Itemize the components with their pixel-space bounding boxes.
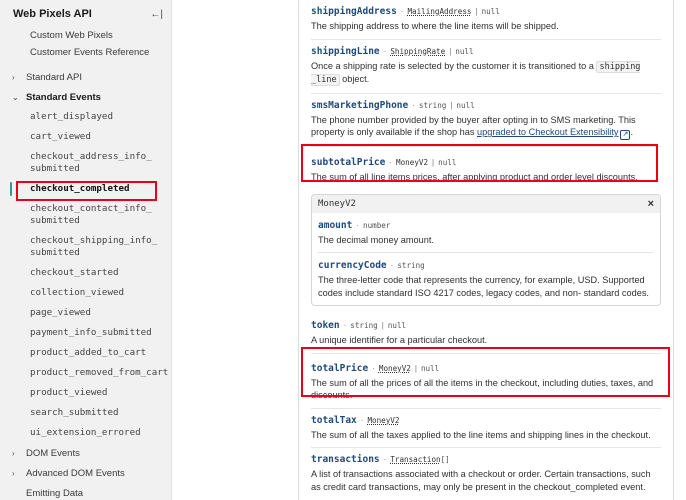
field-description: Once a shipping rate is selected by the …: [311, 60, 641, 86]
sidebar-event-item[interactable]: checkout_shipping_info_ submitted: [0, 231, 171, 263]
nullable-label: null: [387, 321, 407, 330]
type-label: string: [397, 261, 425, 270]
field-name: smsMarketingPhone: [311, 99, 409, 111]
highlight-checkout-completed: [16, 181, 157, 201]
sidebar-link-customer-events-reference[interactable]: Customer Events Reference: [0, 45, 171, 62]
sidebar-event-item[interactable]: product_viewed: [0, 383, 171, 403]
type-link[interactable]: MoneyV2: [367, 414, 399, 427]
field-description: A list of transactions associated with a…: [311, 469, 651, 492]
type-link[interactable]: Transaction: [390, 453, 440, 466]
sidebar-event-item[interactable]: product_removed_from_cart: [0, 363, 171, 383]
field-description: The shipping address to where the line i…: [311, 21, 559, 31]
sidebar-event-item[interactable]: checkout_address_info_ submitted: [0, 147, 171, 179]
field-shipping-line: shippingLine · ShippingRate | null Once …: [311, 40, 661, 94]
field-description: The sum of all the taxes applied to the …: [311, 429, 651, 440]
field-total-price: totalPrice · MoneyV2 | null The sum of a…: [311, 354, 661, 409]
type-label: string: [418, 100, 447, 110]
field-token: token · string | null A unique identifie…: [311, 314, 661, 354]
field-shipping-address: shippingAddress · MailingAddress | null …: [311, 0, 661, 40]
sidebar-event-item[interactable]: checkout_contact_info_ submitted: [0, 199, 171, 231]
sidebar-nav: Web Pixels API ←| Custom Web Pixels Cust…: [0, 0, 172, 500]
sidebar-event-item[interactable]: cart_viewed: [0, 127, 171, 147]
field-description: The three-letter code that represents th…: [318, 275, 649, 298]
nullable-label: null: [481, 7, 500, 16]
field-name: subtotalPrice: [311, 157, 386, 168]
field-name: shippingAddress: [311, 6, 397, 17]
sidebar-header: Web Pixels API ←|: [0, 0, 171, 28]
field-name: amount: [318, 219, 353, 231]
field-name: shippingLine: [311, 45, 380, 57]
field-description: The decimal money amount.: [318, 234, 434, 245]
sidebar-section-dom-events[interactable]: › DOM Events: [0, 443, 171, 463]
field-transactions: transactions · Transaction[] A list of t…: [311, 448, 661, 499]
sidebar-event-item[interactable]: payment_info_submitted: [0, 323, 171, 343]
external-link-icon[interactable]: ↗: [620, 130, 631, 140]
field-description: The sum of all the prices of all the ite…: [311, 377, 654, 401]
chevron-down-icon: ⌄: [12, 92, 19, 102]
properties-panel: shippingAddress · MailingAddress | null …: [298, 0, 674, 500]
field-name: token: [311, 320, 340, 331]
type-link[interactable]: MoneyV2: [379, 362, 411, 375]
sidebar-section-emitting-data[interactable]: Emitting Data: [0, 483, 171, 500]
sidebar-event-list: alert_displayed cart_viewed checkout_addre…: [0, 107, 171, 443]
field-sms-marketing-phone: smsMarketingPhone · string | null The ph…: [311, 94, 661, 147]
nullable-label: null: [420, 363, 440, 373]
field-name: totalPrice: [311, 362, 369, 374]
sidebar-event-item[interactable]: checkout_completed: [0, 179, 171, 201]
sidebar-event-item[interactable]: product_added_to_cart: [0, 343, 171, 363]
upgrade-checkout-link[interactable]: upgraded to Checkout Extensibility: [477, 127, 618, 137]
type-label: string: [350, 321, 378, 330]
sidebar-event-item[interactable]: alert_displayed: [0, 107, 171, 127]
nullable-label: null: [438, 158, 457, 167]
moneyv2-expanded-card: MoneyV2 × amount · number The decimal mo…: [311, 193, 661, 306]
field-total-tax: totalTax · MoneyV2 The sum of all the ta…: [311, 409, 661, 448]
field-amount: amount · number The decimal money amount…: [318, 213, 654, 253]
chevron-right-icon: ›: [12, 72, 15, 82]
field-description: The phone number provided by the buyer a…: [311, 114, 636, 140]
chevron-right-icon: ›: [12, 448, 15, 458]
field-name: transactions: [311, 454, 380, 465]
sidebar-title: Web Pixels API: [13, 8, 92, 20]
sidebar-event-item[interactable]: ui_extension_errored: [0, 423, 171, 443]
field-name: totalTax: [311, 414, 357, 426]
sidebar-event-item[interactable]: page_viewed: [0, 303, 171, 323]
sidebar-section-advanced-dom-events[interactable]: › Advanced DOM Events: [0, 463, 171, 483]
sidebar-event-item[interactable]: search_submitted: [0, 403, 171, 423]
field-description: The sum of all line items prices, after …: [311, 172, 638, 182]
type-link[interactable]: MailingAddress: [407, 5, 471, 18]
sidebar-event-item[interactable]: checkout_started: [0, 263, 171, 283]
sidebar-link-custom-web-pixels[interactable]: Custom Web Pixels: [0, 28, 171, 45]
sidebar-section-label: Standard API: [26, 71, 82, 83]
type-label: number: [363, 220, 391, 230]
sidebar-section-standard-events[interactable]: ⌄ Standard Events: [0, 87, 171, 107]
sidebar-section-label: Emitting Data: [26, 487, 84, 499]
sidebar-section-label: Advanced DOM Events: [26, 467, 125, 479]
field-name: currencyCode: [318, 260, 387, 271]
nullable-label: null: [455, 46, 474, 56]
sidebar-collapse-icon[interactable]: ←|: [150, 9, 163, 20]
sidebar-section-label: DOM Events: [26, 447, 80, 459]
moneyv2-card-header: MoneyV2 ×: [312, 194, 660, 213]
close-icon[interactable]: ×: [648, 198, 654, 210]
moneyv2-card-title: MoneyV2: [318, 198, 356, 209]
sidebar-section-standard-api[interactable]: › Standard API: [0, 67, 171, 87]
type-link[interactable]: ShippingRate: [390, 45, 445, 58]
field-description: A unique identifier for a particular che…: [311, 335, 488, 345]
nullable-label: null: [456, 100, 475, 110]
field-subtotal-price: subtotalPrice · MoneyV2 | null The sum o…: [311, 147, 661, 190]
type-label: MoneyV2: [396, 158, 429, 167]
chevron-right-icon: ›: [12, 468, 15, 478]
sidebar-section-label: Standard Events: [26, 91, 101, 103]
sidebar-event-item[interactable]: collection_viewed: [0, 283, 171, 303]
field-currency-code: currencyCode · string The three-letter c…: [318, 253, 654, 305]
